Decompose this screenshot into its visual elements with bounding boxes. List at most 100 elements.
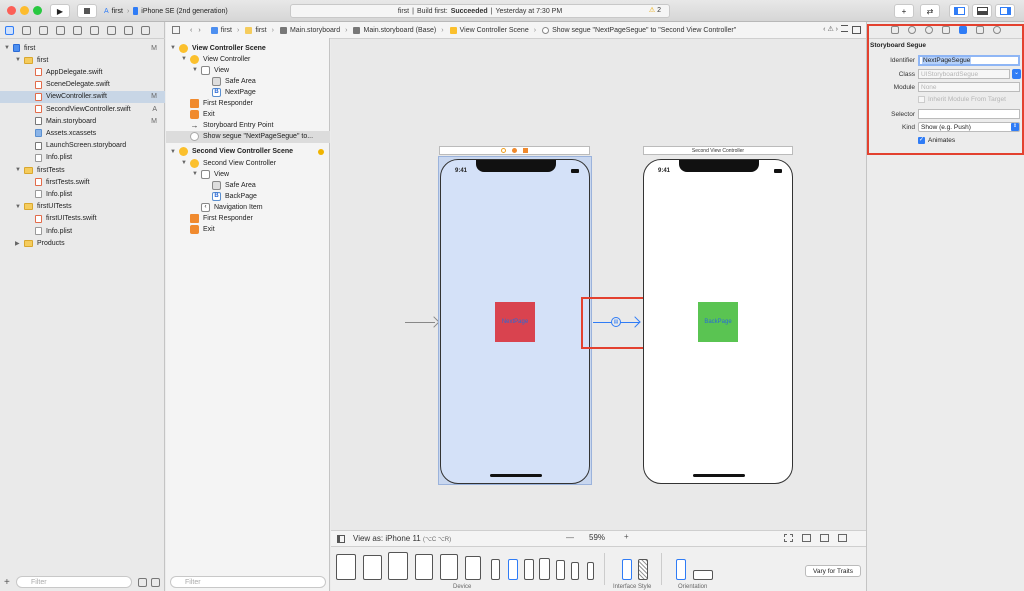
editor-options-icon[interactable]: [841, 25, 848, 32]
file-tree-item[interactable]: ▼ firstTests: [0, 164, 165, 176]
view-as-label[interactable]: View as: iPhone 11 (⌥C ⌥R): [353, 534, 451, 543]
close-window-button[interactable]: [7, 6, 16, 15]
animates-checkbox[interactable]: ✓: [918, 137, 925, 144]
identifier-field[interactable]: NextPageSegue: [918, 55, 1020, 66]
toggle-inspector-button[interactable]: [995, 4, 1015, 18]
forward-chevron-icon[interactable]: ›: [198, 27, 200, 34]
breadcrumb-item[interactable]: View Controller Scene ›: [449, 26, 536, 34]
test-navigator-tab[interactable]: [90, 25, 99, 35]
storyboard-canvas[interactable]: 9:41 NextPage ▤ Second View Controller 9…: [331, 39, 866, 530]
file-tree-item[interactable]: ▼ first: [0, 54, 165, 66]
minimize-window-button[interactable]: [20, 6, 29, 15]
file-tree-item[interactable]: LaunchScreen.storyboard: [0, 140, 165, 152]
first-responder-dock-icon[interactable]: [512, 148, 517, 153]
find-navigator-tab[interactable]: [56, 25, 65, 35]
breadcrumb-item[interactable]: Main.storyboard ›: [279, 26, 347, 34]
disclosure-triangle-icon[interactable]: ▼: [15, 167, 22, 173]
project-navigator-tab[interactable]: [5, 25, 14, 35]
light-appearance-icon[interactable]: [622, 559, 632, 580]
view-controller-scene[interactable]: 9:41 NextPage: [440, 159, 590, 484]
device-ipad-icon[interactable]: [415, 554, 433, 580]
device-iphone-small-icon[interactable]: [587, 562, 594, 580]
file-tree-item[interactable]: SecondViewController.swift A: [0, 103, 165, 115]
zoom-window-button[interactable]: [33, 6, 42, 15]
view-controller-dock-icon[interactable]: [501, 148, 506, 153]
device-iphone-11-pro-max-icon[interactable]: [539, 558, 550, 580]
second-view-controller-scene[interactable]: 9:41 BackPage: [643, 159, 793, 484]
vary-for-traits-button[interactable]: Vary for Traits: [805, 565, 861, 577]
selector-field[interactable]: [918, 109, 1020, 119]
align-icon[interactable]: [802, 534, 811, 542]
device-ipad-mini-icon[interactable]: [440, 554, 458, 580]
toggle-navigator-button[interactable]: [949, 4, 969, 18]
outline-item[interactable]: Show segue "NextPageSegue" to...: [166, 130, 330, 143]
device-ipad-air-icon[interactable]: [388, 552, 408, 580]
outline-filter-input[interactable]: Filter: [170, 576, 326, 588]
navigator-filter-input[interactable]: Filter: [16, 576, 132, 588]
next-page-button[interactable]: NextPage: [495, 302, 535, 342]
file-tree-item[interactable]: Assets.xcassets: [0, 127, 165, 139]
disclosure-triangle-icon[interactable]: ▼: [170, 149, 177, 155]
exit-dock-icon[interactable]: [523, 148, 528, 153]
device-iphone-11-icon[interactable]: [508, 559, 518, 580]
device-ipad-pro-12-icon[interactable]: [336, 554, 356, 580]
code-review-button[interactable]: ⇄: [920, 4, 940, 18]
disclosure-triangle-icon[interactable]: ▼: [181, 56, 188, 62]
back-chevron-icon[interactable]: ‹: [190, 27, 192, 34]
file-tree-item[interactable]: firstUITests.swift: [0, 213, 165, 225]
run-button[interactable]: ▶: [50, 4, 70, 18]
device-ipad-pro-11-icon[interactable]: [363, 555, 382, 580]
disclosure-triangle-icon[interactable]: ▼: [170, 45, 177, 51]
zoom-level[interactable]: 59%: [589, 533, 605, 542]
file-tree-item[interactable]: AppDelegate.swift: [0, 66, 165, 78]
scene1-dock[interactable]: [439, 146, 590, 155]
source-control-tab[interactable]: [22, 25, 31, 35]
disclosure-triangle-icon[interactable]: ▶: [15, 240, 22, 247]
module-field[interactable]: None: [918, 82, 1020, 92]
breadcrumb-item[interactable]: Main.storyboard (Base) ›: [353, 26, 444, 34]
file-tree-item[interactable]: Main.storyboard M: [0, 115, 165, 127]
class-dropdown-button[interactable]: ⌄: [1012, 69, 1021, 79]
report-navigator-tab[interactable]: [141, 25, 150, 35]
breadcrumb-item[interactable]: first ›: [245, 26, 274, 34]
file-tree-item[interactable]: Info.plist: [0, 225, 165, 237]
device-iphone-4s-icon[interactable]: [571, 562, 579, 580]
disclosure-triangle-icon[interactable]: ▼: [15, 57, 22, 63]
scene-warning-icon[interactable]: [318, 148, 324, 155]
breadcrumb-item[interactable]: Show segue "NextPageSegue" to "Second Vi…: [542, 26, 736, 34]
file-tree-item[interactable]: ViewController.swift M: [0, 90, 165, 103]
file-tree-item[interactable]: SceneDelegate.swift: [0, 79, 165, 91]
zoom-in-button[interactable]: +: [624, 532, 629, 541]
toggle-outline-icon[interactable]: [337, 534, 345, 543]
inherit-module-checkbox[interactable]: [918, 96, 925, 103]
dark-appearance-icon[interactable]: [638, 559, 648, 580]
breadcrumb-item[interactable]: first ›: [210, 26, 239, 34]
outline-item[interactable]: Exit: [166, 224, 330, 236]
disclosure-triangle-icon[interactable]: ▼: [15, 204, 22, 210]
file-tree-item[interactable]: ▼ first M: [0, 42, 165, 54]
device-iphone-se-icon[interactable]: [556, 560, 565, 580]
disclosure-triangle-icon[interactable]: ▼: [4, 45, 11, 51]
file-tree-item[interactable]: ▶ Products: [0, 237, 165, 249]
disclosure-triangle-icon[interactable]: ▼: [181, 160, 188, 166]
device-iphone-11-pro-icon[interactable]: [524, 559, 534, 580]
disclosure-triangle-icon[interactable]: ▼: [192, 171, 199, 177]
symbol-navigator-tab[interactable]: [39, 25, 48, 35]
file-tree-item[interactable]: Info.plist: [0, 152, 165, 164]
source-control-filter-icon[interactable]: [151, 578, 160, 587]
add-editor-icon[interactable]: [852, 26, 861, 34]
add-file-button[interactable]: +: [4, 577, 10, 588]
portrait-orientation-icon[interactable]: [676, 559, 686, 580]
kind-select[interactable]: Show (e.g. Push) ⇕: [918, 122, 1020, 132]
device-iphone-8-icon[interactable]: [491, 559, 500, 580]
zoom-out-button[interactable]: —: [566, 533, 574, 542]
disclosure-triangle-icon[interactable]: ▼: [192, 67, 199, 73]
library-button[interactable]: +: [894, 4, 914, 18]
file-tree-item[interactable]: Info.plist: [0, 188, 165, 200]
back-page-button[interactable]: BackPage: [698, 302, 738, 342]
toggle-debug-area-button[interactable]: [972, 4, 992, 18]
file-tree-item[interactable]: firstTests.swift: [0, 176, 165, 188]
warnings-indicator[interactable]: ⚠ 2: [649, 6, 661, 15]
scene2-title-bar[interactable]: Second View Controller: [643, 146, 793, 155]
stop-button[interactable]: [77, 4, 97, 18]
